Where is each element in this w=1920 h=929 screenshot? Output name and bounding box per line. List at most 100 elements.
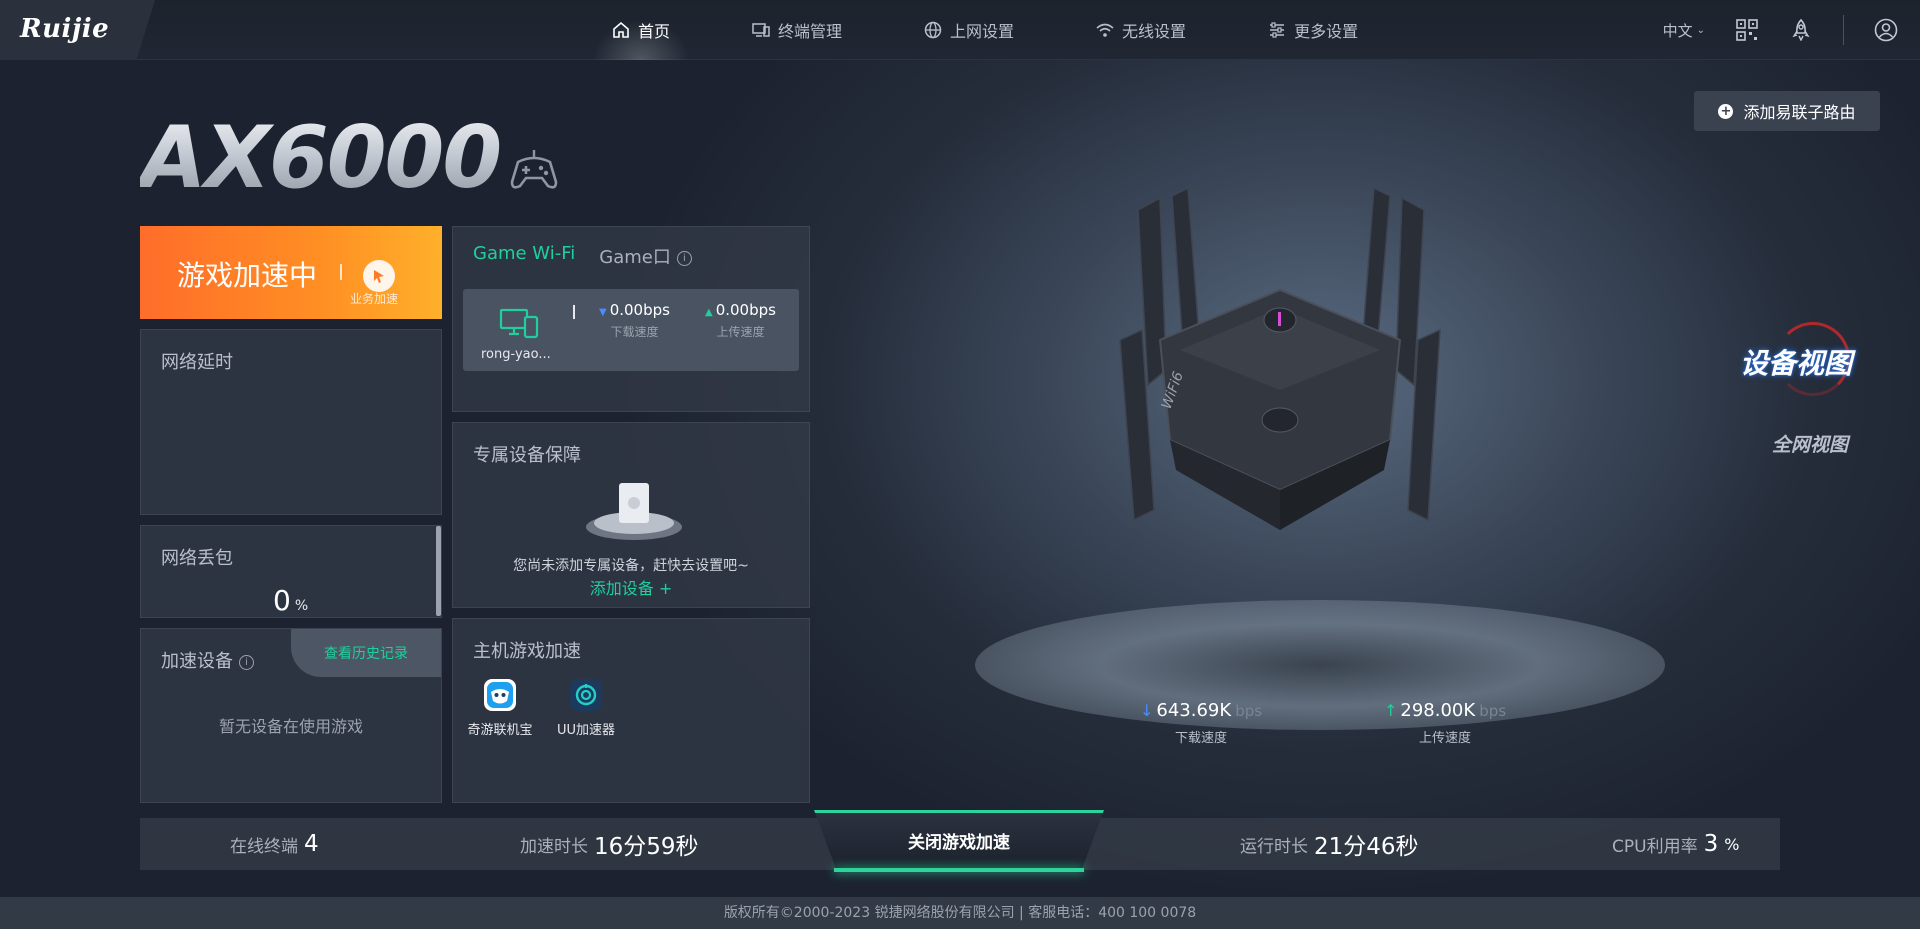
router-download-value: 643.69K [1156,700,1232,721]
download-speed-value: 0.00bps [609,301,670,319]
tab-game-port[interactable]: Game口 i [599,243,692,269]
dedicated-empty-message: 您尚未添加专属设备，赶快去设置吧~ [513,558,749,574]
online-devices-stat: 在线终端 4 [230,818,319,870]
stat-label: 在线终端 [230,836,298,857]
accelerated-devices-title: 加速设备 i [161,647,254,673]
packet-loss-unit: % [294,598,309,614]
dedicated-device-card: 专属设备保障 您尚未添加专属设备，赶快去设置吧~ 添加设备 + [452,422,810,608]
router-upload-label: 上传速度 [1419,731,1472,746]
accelerated-devices-title-text: 加速设备 [161,651,233,672]
nav-item-devices[interactable]: 终端管理 [730,0,864,60]
arrow-down-icon: ↓ [1140,701,1154,720]
device-name: rong-yao... [481,347,551,362]
arrow-down-icon: ▼ [599,307,607,318]
view-device-tab[interactable]: 设备视图 [1740,342,1852,382]
stat-value: 21分46秒 [1314,834,1419,860]
router-stage [975,600,1665,730]
game-port-card: Game Wi-Fi Game口 i rong-yao... ▼ 0.00bps 下… [452,226,810,412]
view-network-tab[interactable]: 全网视图 [1772,430,1848,457]
uu-icon [570,679,602,711]
sliders-icon [1268,21,1286,39]
router-upload-speed: ↑ 298.00K bps 上传速度 [1384,700,1506,746]
router-upload-value: 298.00K [1400,700,1476,721]
divider [340,264,342,280]
nav-item-more[interactable]: 更多设置 [1246,0,1380,60]
scrollbar[interactable] [436,526,441,616]
qr-code-icon[interactable] [1735,18,1759,42]
cursor-click-icon[interactable] [363,260,395,292]
latency-title: 网络延时 [161,352,233,373]
download-speed-label: 下载速度 [610,325,659,339]
packet-loss-title: 网络丢包 [161,548,233,569]
main-nav: 首页 终端管理 上网设置 无线设置 更多设置 [590,0,1418,60]
app-uu[interactable]: UU加速器 [541,679,631,738]
globe-icon [924,21,942,39]
boost-status-card[interactable]: 游戏加速中 业务加速 [140,226,442,319]
stat-value: 4 [304,831,319,857]
nav-item-label: 终端管理 [778,22,843,41]
button-glow [834,868,1084,872]
nav-item-wireless[interactable]: 无线设置 [1074,0,1208,60]
nav-item-label: 上网设置 [950,22,1015,41]
cpu-usage-stat: CPU利用率 3 % [1612,818,1739,870]
packet-loss-number: 0 [273,584,291,617]
dedicated-title: 专属设备保障 [473,445,581,466]
close-boost-button[interactable]: 关闭游戏加速 [814,810,1104,872]
empty-state-text: 暂无设备在使用游戏 [218,717,363,736]
info-icon[interactable]: i [239,654,254,670]
router-download-speed: ↓ 643.69K bps 下载速度 [1140,700,1262,746]
upload-speed-value: 0.00bps [715,301,776,319]
logo-area: Ruijie [0,0,155,60]
app-qiyou[interactable]: 奇游联机宝 [455,679,545,738]
top-right-tools: 中文 ⌄ [1663,0,1898,60]
latency-card: 网络延时 [140,329,442,515]
view-history-button[interactable]: 查看历史记录 [291,629,441,677]
qiyou-icon [484,679,516,711]
home-icon [612,21,630,39]
game-device-row[interactable]: rong-yao... ▼ 0.00bps 下载速度 ▲ 0.00bps 上传速度 [463,289,799,371]
user-icon[interactable] [1874,18,1898,42]
nav-item-label: 更多设置 [1294,22,1359,41]
boost-sub-label: 业务加速 [350,292,399,306]
app-label: 奇游联机宝 [467,723,533,738]
add-mesh-label: 添加易联子路由 [1743,103,1856,122]
boost-duration-stat: 加速时长 16分59秒 [520,818,699,870]
router-download-label: 下载速度 [1175,731,1228,746]
divider [1843,15,1844,45]
info-icon[interactable]: i [676,250,692,266]
stat-value: 16分59秒 [594,834,699,860]
gamepad-icon [508,146,560,194]
close-boost-label: 关闭游戏加速 [908,833,1010,853]
app-label: UU加速器 [556,723,616,738]
empty-device-illustration [585,479,683,541]
stat-unit: % [1724,834,1740,854]
language-select[interactable]: 中文 ⌄ [1663,20,1705,41]
router-image: WiFi6 [1100,170,1460,570]
boost-status-text: 游戏加速中 [177,259,318,292]
upload-speed-label: 上传速度 [716,325,765,339]
stat-label: 运行时长 [1240,836,1308,857]
stat-value: 3 [1703,831,1719,857]
accelerated-devices-card: 加速设备 i 查看历史记录 暂无设备在使用游戏 [140,628,442,803]
packet-loss-card: 网络丢包 0% [140,525,442,618]
ruijie-logo[interactable]: Ruijie [20,14,109,44]
add-device-link[interactable]: 添加设备 + [453,575,809,599]
chevron-down-icon: ⌄ [1696,24,1705,36]
stat-label: CPU利用率 [1612,836,1698,857]
router-upload-unit: bps [1479,702,1507,720]
devices-icon [752,21,770,39]
rocket-icon[interactable] [1789,18,1813,42]
nav-item-label: 首页 [638,22,671,41]
devices-icon [499,307,539,341]
nav-item-home[interactable]: 首页 [590,0,693,60]
game-port-tabs: Game Wi-Fi Game口 i [473,243,692,269]
arrow-up-icon: ↑ [1384,701,1398,720]
nav-item-label: 无线设置 [1122,22,1187,41]
footer: 版权所有©2000-2023 锐捷网络股份有限公司 | 客服电话：400 100… [0,897,1920,929]
nav-item-internet[interactable]: 上网设置 [902,0,1036,60]
router-download-unit: bps [1235,702,1263,720]
tab-game-wifi[interactable]: Game Wi-Fi [473,243,575,269]
model-name: AX6000 [140,108,502,208]
arrow-up-icon: ▲ [705,307,713,318]
add-mesh-router-button[interactable]: + 添加易联子路由 [1694,91,1880,131]
